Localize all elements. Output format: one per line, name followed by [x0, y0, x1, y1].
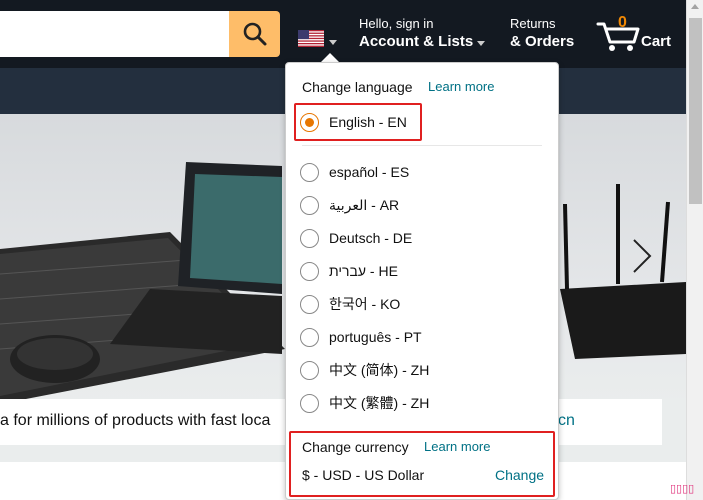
language-option-es[interactable]: español - ES — [300, 159, 409, 185]
orders-label: & Orders — [510, 33, 575, 50]
change-language-title: Change language — [302, 79, 413, 95]
search-input[interactable] — [0, 11, 230, 57]
account-lists-label: Account & Lists — [359, 33, 474, 50]
watermark: ▯▯▯▯ — [670, 483, 695, 495]
language-label: עברית - HE — [329, 263, 398, 279]
language-label: 中文 (繁體) - ZH — [329, 395, 430, 411]
radio-button[interactable] — [300, 261, 319, 281]
cart-label: Cart — [641, 33, 672, 50]
language-label: 한국어 - KO — [329, 296, 401, 312]
language-popover: Change language Learn more English - EN … — [285, 62, 559, 500]
account-greeting: Hello, sign in — [359, 16, 434, 31]
radio-button[interactable] — [300, 393, 319, 413]
change-currency-title: Change currency — [302, 439, 409, 455]
language-label: 中文 (简体) - ZH — [329, 362, 430, 378]
language-option-en[interactable]: English - EN — [300, 109, 407, 135]
account-lists-menu[interactable]: Hello, sign in Account & Lists — [359, 15, 486, 51]
page-scrollbar[interactable] — [686, 0, 703, 500]
radio-button[interactable] — [300, 327, 319, 347]
radio-button-selected[interactable] — [300, 112, 319, 132]
language-label: Deutsch - DE — [329, 230, 413, 246]
currency-learn-more-link[interactable]: Learn more — [424, 439, 490, 454]
language-option-ar[interactable]: العربية - AR — [300, 192, 399, 218]
language-label: العربية - AR — [329, 196, 400, 213]
carousel-next-icon[interactable] — [630, 236, 654, 276]
language-label: português - PT — [329, 329, 422, 345]
returns-orders-link[interactable]: Returns & Orders — [510, 15, 574, 51]
promo-text: a for millions of products with fast loc… — [0, 412, 271, 429]
divider — [302, 145, 542, 146]
scroll-thumb[interactable] — [689, 18, 702, 204]
top-header: Hello, sign in Account & Lists Returns &… — [0, 0, 686, 68]
radio-button[interactable] — [300, 195, 319, 215]
search-icon — [243, 22, 266, 46]
language-option-pt[interactable]: português - PT — [300, 324, 422, 350]
radio-button[interactable] — [300, 228, 319, 248]
chevron-down-icon — [477, 40, 486, 46]
radio-button[interactable] — [300, 360, 319, 380]
cart-link[interactable]: 0 Cart — [596, 14, 682, 58]
language-chevron-down-icon[interactable] — [329, 40, 337, 45]
radio-button[interactable] — [300, 294, 319, 314]
promo-link[interactable]: cn — [558, 412, 575, 430]
popover-pointer — [321, 53, 339, 62]
currency-change-link[interactable]: Change — [495, 467, 544, 483]
language-learn-more-link[interactable]: Learn more — [428, 79, 494, 94]
language-option-de[interactable]: Deutsch - DE — [300, 225, 412, 251]
currency-value: $ - USD - US Dollar — [302, 467, 425, 483]
cart-count: 0 — [618, 14, 627, 31]
search-button[interactable] — [229, 11, 280, 57]
language-option-he[interactable]: עברית - HE — [300, 258, 398, 284]
radio-button[interactable] — [300, 162, 319, 182]
returns-label: Returns — [510, 16, 556, 31]
scroll-up-arrow-icon[interactable] — [691, 4, 699, 9]
us-flag-icon[interactable] — [298, 30, 324, 47]
language-label: English - EN — [329, 114, 407, 130]
language-option-zh-hant[interactable]: 中文 (繁體) - ZH — [300, 390, 429, 416]
language-label: español - ES — [329, 164, 410, 180]
language-option-ko[interactable]: 한국어 - KO — [300, 291, 400, 317]
language-option-zh-hans[interactable]: 中文 (简体) - ZH — [300, 357, 429, 383]
